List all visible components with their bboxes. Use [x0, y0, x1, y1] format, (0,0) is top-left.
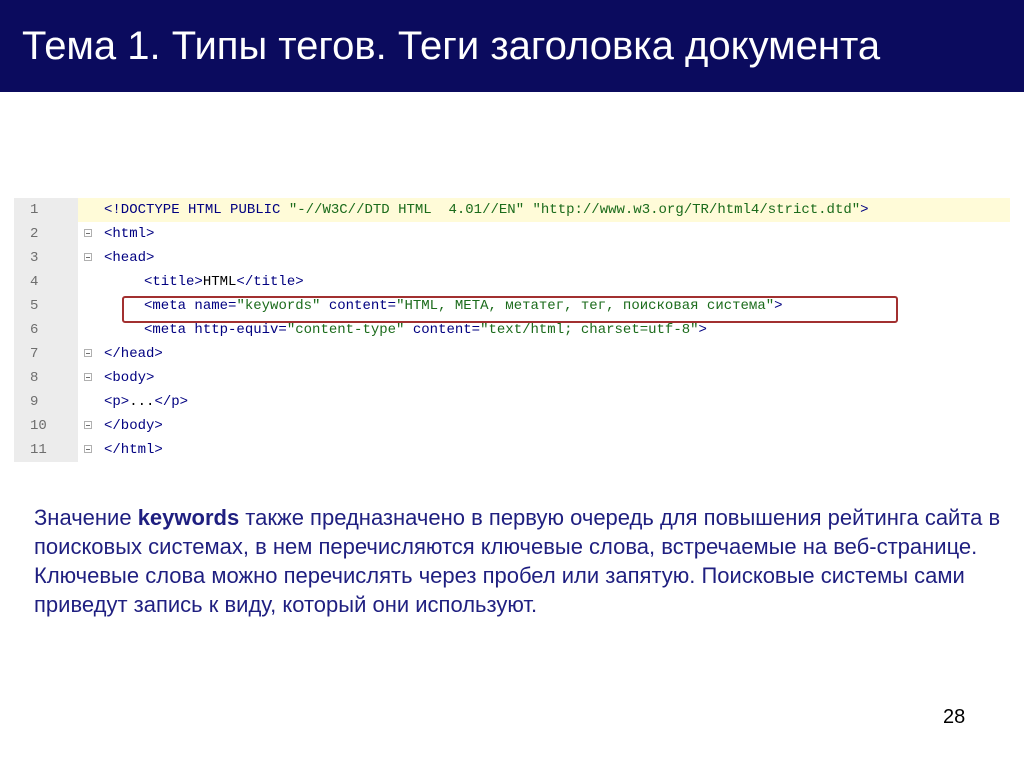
line-number: 11	[30, 442, 47, 458]
code-line: 11 </html>	[14, 438, 1010, 462]
code-text: <head>	[104, 246, 154, 270]
fold-toggle-icon[interactable]	[84, 421, 92, 429]
code-line: 4 <title>HTML</title>	[14, 270, 1010, 294]
p-text: ...	[129, 394, 155, 410]
meta-tag: <meta	[144, 322, 187, 338]
line-number-gutter: 10	[14, 414, 78, 438]
line-number-gutter: 7	[14, 342, 78, 366]
line-number: 1	[30, 202, 39, 218]
doctype-string: "-//W3C//DTD HTML 4.01//EN"	[280, 202, 525, 218]
html-open-tag: <html>	[104, 226, 155, 242]
line-number-gutter: 9	[14, 390, 78, 414]
title-open-tag: <title>	[144, 274, 203, 290]
p-close-tag: </p>	[154, 394, 189, 410]
fold-toggle-icon[interactable]	[84, 445, 92, 453]
body-open-tag: <body>	[104, 370, 155, 386]
attr-value: "content-type"	[286, 322, 405, 338]
code-line: 3 <head>	[14, 246, 1010, 270]
code-text: <body>	[104, 366, 154, 390]
title-text: HTML	[202, 274, 237, 290]
code-line: 7 </head>	[14, 342, 1010, 366]
line-number-gutter: 11	[14, 438, 78, 462]
code-editor: 1 <!DOCTYPE HTML PUBLIC "-//W3C//DTD HTM…	[14, 198, 1010, 472]
line-number: 5	[30, 298, 39, 314]
body-close-tag: </body>	[104, 418, 163, 434]
attr-value: "text/html; charset=utf-8"	[480, 322, 699, 338]
head-close-tag: </head>	[104, 346, 163, 362]
line-number: 3	[30, 250, 39, 266]
line-number-gutter: 3	[14, 246, 78, 270]
code-text: <html>	[104, 222, 154, 246]
code-line: 8 <body>	[14, 366, 1010, 390]
line-number-gutter: 8	[14, 366, 78, 390]
line-number-gutter: 6	[14, 318, 78, 342]
description-paragraph: Значение keywords также предназначено в …	[34, 503, 1014, 619]
code-text: </body>	[104, 414, 163, 438]
doctype-keyword: PUBLIC	[221, 202, 281, 218]
code-line: 9 <p>...</p>	[14, 390, 1010, 414]
line-number: 8	[30, 370, 39, 386]
fold-toggle-icon[interactable]	[84, 229, 92, 237]
doctype-keyword: HTML	[179, 202, 222, 218]
code-text: <!DOCTYPE HTML PUBLIC "-//W3C//DTD HTML …	[104, 198, 869, 222]
fold-toggle-icon[interactable]	[84, 253, 92, 261]
line-number: 4	[30, 274, 39, 290]
highlight-box	[122, 296, 898, 323]
line-number-gutter: 4	[14, 270, 78, 294]
code-line: 1 <!DOCTYPE HTML PUBLIC "-//W3C//DTD HTM…	[14, 198, 1010, 222]
line-number: 6	[30, 322, 39, 338]
code-line: 2 <html>	[14, 222, 1010, 246]
page-number: 28	[943, 706, 966, 728]
code-line: 10 </body>	[14, 414, 1010, 438]
doctype-tag: <!DOCTYPE	[104, 202, 180, 218]
code-text: <title>HTML</title>	[144, 270, 304, 294]
line-number: 7	[30, 346, 39, 362]
line-number: 2	[30, 226, 39, 242]
attr-name: http-equiv=	[186, 322, 287, 338]
attr-name: content=	[404, 322, 481, 338]
slide-header: Тема 1. Типы тегов. Теги заголовка докум…	[0, 0, 1024, 92]
line-number-gutter: 2	[14, 222, 78, 246]
html-close-tag: </html>	[104, 442, 163, 458]
paragraph-text: Значение	[34, 505, 138, 530]
code-text: </head>	[104, 342, 163, 366]
line-number: 9	[30, 394, 39, 410]
line-number-gutter: 1	[14, 198, 78, 222]
line-number-gutter: 5	[14, 294, 78, 318]
title-close-tag: </title>	[236, 274, 304, 290]
code-text: <p>...</p>	[104, 390, 188, 414]
p-open-tag: <p>	[104, 394, 130, 410]
doctype-string: "http://www.w3.org/TR/html4/strict.dtd"	[524, 202, 861, 218]
code-text: </html>	[104, 438, 163, 462]
tag-close: >	[698, 322, 707, 338]
line-number: 10	[30, 418, 47, 434]
head-open-tag: <head>	[104, 250, 155, 266]
fold-toggle-icon[interactable]	[84, 349, 92, 357]
fold-toggle-icon[interactable]	[84, 373, 92, 381]
slide-title: Тема 1. Типы тегов. Теги заголовка докум…	[22, 24, 881, 68]
keyword-bold: keywords	[137, 505, 240, 530]
tag-close: >	[860, 202, 869, 218]
